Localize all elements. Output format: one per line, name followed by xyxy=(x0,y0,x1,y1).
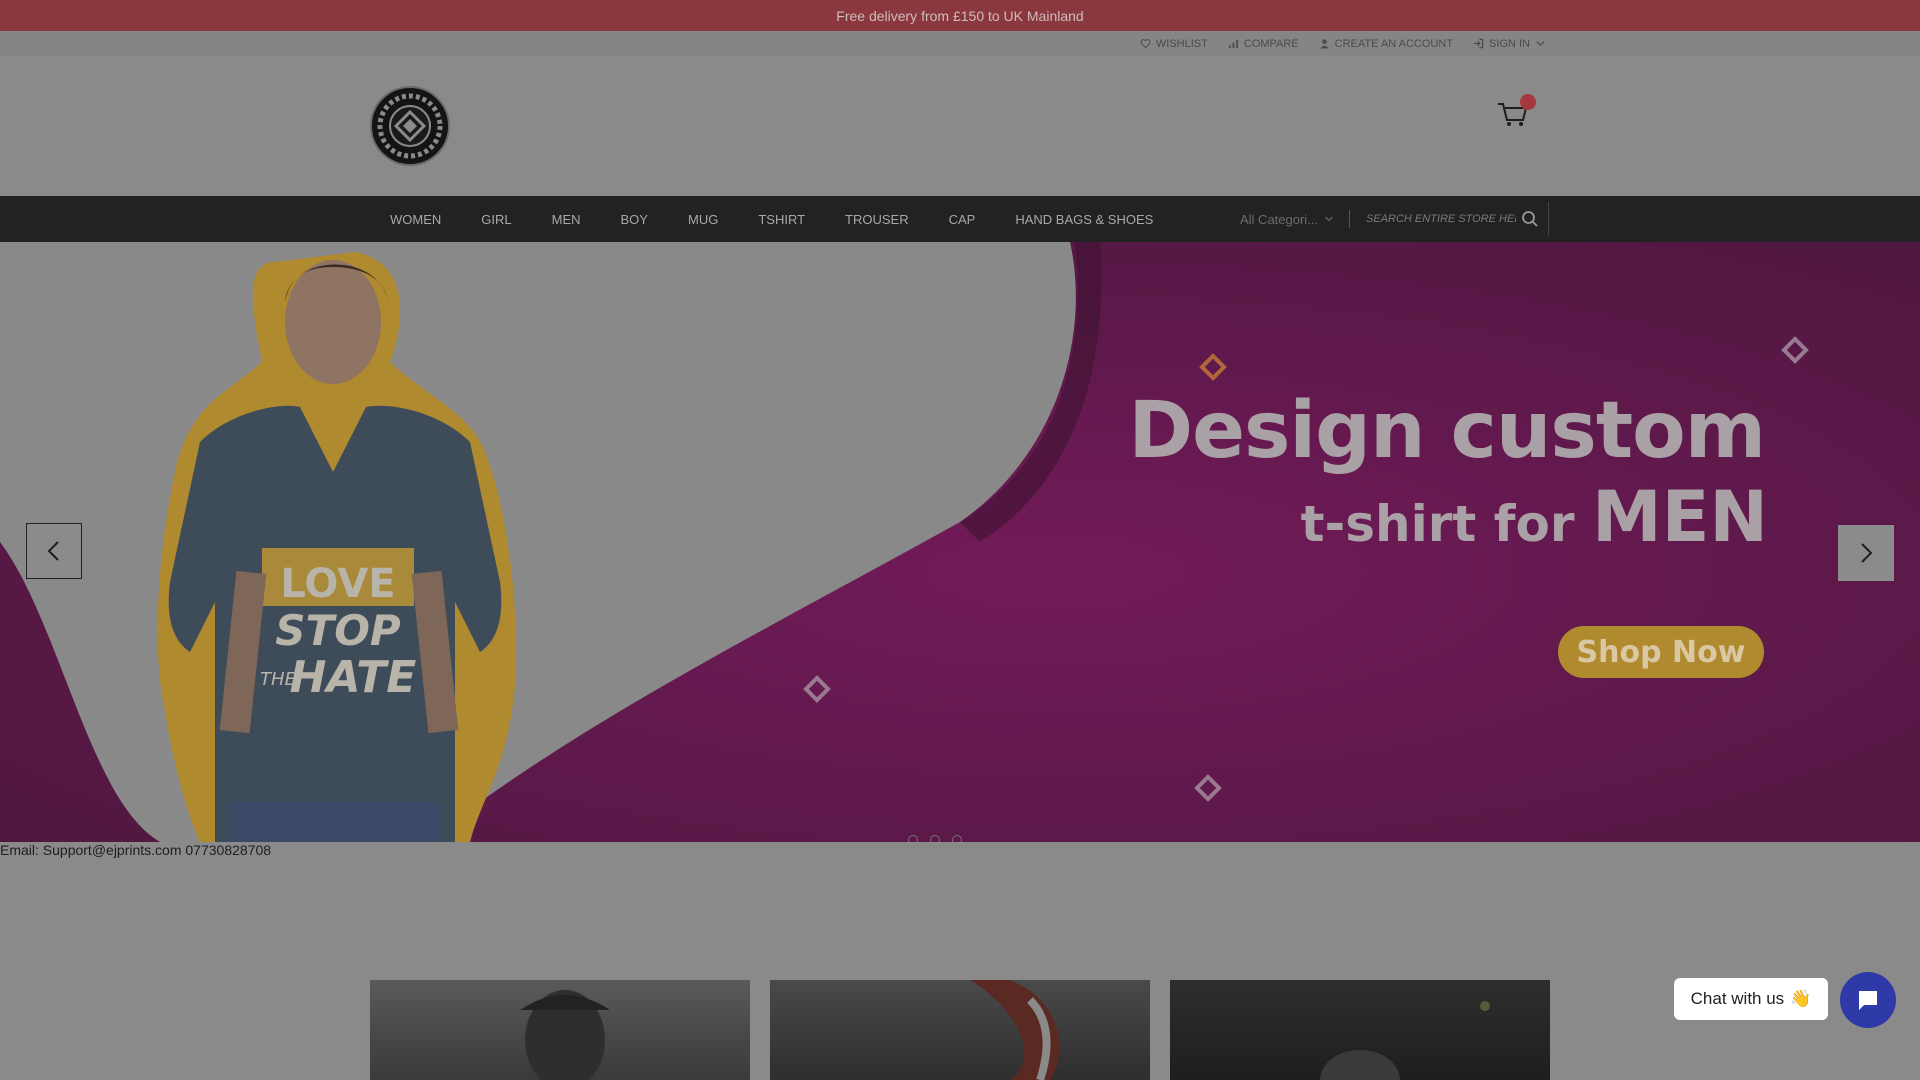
nav-item-women[interactable]: WOMEN xyxy=(390,212,441,227)
chat-with-us-label[interactable]: Chat with us 👋 xyxy=(1674,978,1828,1020)
banner-photo-belt xyxy=(970,980,1060,1080)
chevron-down-icon xyxy=(1325,216,1333,222)
shirt-line-stop: STOP xyxy=(275,606,401,655)
nav-item-men[interactable]: MEN xyxy=(552,212,581,227)
nav-item-hand-bags-shoes[interactable]: HAND BAGS & SHOES xyxy=(1015,212,1153,227)
hero-subtitle: t-shirt for MEN xyxy=(1301,482,1768,552)
search-icon xyxy=(1522,211,1538,227)
slider-prev-button[interactable] xyxy=(26,523,82,579)
chat-launcher-button[interactable] xyxy=(1840,972,1896,1028)
user-icon xyxy=(1320,39,1329,49)
shirt-line-hate: HATE xyxy=(290,652,417,703)
banner-photo-man xyxy=(520,990,610,1080)
hero-subtitle-emphasis: MEN xyxy=(1591,476,1768,558)
utility-links: WISHLIST COMPARE CREATE AN ACCOUNT SIGN … xyxy=(1140,31,1546,56)
slider-dot-1[interactable] xyxy=(908,835,918,842)
slider-dot-2[interactable] xyxy=(930,835,940,842)
chat-label-text: Chat with us xyxy=(1690,989,1785,1008)
chevron-left-icon xyxy=(47,541,59,561)
hero-subtitle-prefix: t-shirt for xyxy=(1300,495,1575,553)
shop-now-button[interactable]: Shop Now xyxy=(1558,626,1764,678)
sign-in-link[interactable]: SIGN IN xyxy=(1473,38,1546,50)
logo-emblem-icon xyxy=(377,93,443,159)
category-banner-2[interactable] xyxy=(770,980,1150,1080)
category-select[interactable]: All Categori... xyxy=(1232,210,1350,228)
sign-in-label: SIGN IN xyxy=(1489,37,1530,50)
category-banner-3[interactable] xyxy=(1170,980,1550,1080)
nav-menu: WOMEN GIRL MEN BOY MUG TSHIRT TROUSER CA… xyxy=(390,196,1153,242)
slider-next-button[interactable] xyxy=(1838,525,1894,581)
sign-in-icon xyxy=(1473,38,1484,49)
slider-dot-3[interactable] xyxy=(952,835,962,842)
announcement-bar: Free delivery from £150 to UK Mainland xyxy=(0,0,1920,31)
chevron-right-icon xyxy=(1861,543,1873,563)
shirt-line-love: LOVE xyxy=(280,561,395,607)
compare-label: COMPARE xyxy=(1243,37,1299,50)
nav-item-boy[interactable]: BOY xyxy=(621,212,648,227)
cart-count-badge xyxy=(1520,94,1536,110)
compare-link[interactable]: COMPARE xyxy=(1228,38,1299,50)
create-account-label: CREATE AN ACCOUNT xyxy=(1334,37,1454,50)
category-banner-1[interactable] xyxy=(370,980,750,1080)
chevron-down-icon xyxy=(1536,41,1545,47)
contact-info: Email: Support@ejprints.com 07730828708 xyxy=(0,842,272,858)
utility-bar: WISHLIST COMPARE CREATE AN ACCOUNT SIGN … xyxy=(0,31,1920,56)
site-logo[interactable] xyxy=(370,86,450,166)
bar-chart-icon xyxy=(1228,39,1238,49)
banner-photo-dark xyxy=(1320,1001,1490,1080)
main-navigation: WOMEN GIRL MEN BOY MUG TSHIRT TROUSER CA… xyxy=(0,196,1920,242)
site-header xyxy=(0,56,1920,196)
hero-slider: LOVE STOP THE HATE Design custom t-shirt… xyxy=(0,242,1920,842)
shirt-print-text: LOVE STOP THE HATE xyxy=(260,561,417,703)
wishlist-link[interactable]: WISHLIST xyxy=(1140,38,1208,50)
create-account-link[interactable]: CREATE AN ACCOUNT xyxy=(1319,38,1453,50)
nav-item-mug[interactable]: MUG xyxy=(688,212,718,227)
nav-item-cap[interactable]: CAP xyxy=(949,212,976,227)
nav-item-trouser[interactable]: TROUSER xyxy=(845,212,909,227)
category-select-value: All Categori... xyxy=(1240,211,1319,227)
search-button[interactable] xyxy=(1518,207,1542,231)
wishlist-label: WISHLIST xyxy=(1155,37,1208,50)
wave-icon: 👋 xyxy=(1790,989,1812,1008)
nav-item-tshirt[interactable]: TSHIRT xyxy=(758,212,805,227)
chat-bubble-icon xyxy=(1859,991,1877,1010)
slider-dots xyxy=(908,835,962,842)
search-input[interactable] xyxy=(1364,212,1518,226)
announcement-text: Free delivery from £150 to UK Mainland xyxy=(836,7,1084,24)
heart-icon xyxy=(1140,39,1151,49)
nav-item-girl[interactable]: GIRL xyxy=(481,212,511,227)
search-bar: All Categori... xyxy=(1232,202,1549,236)
hero-title: Design custom xyxy=(1128,386,1766,476)
